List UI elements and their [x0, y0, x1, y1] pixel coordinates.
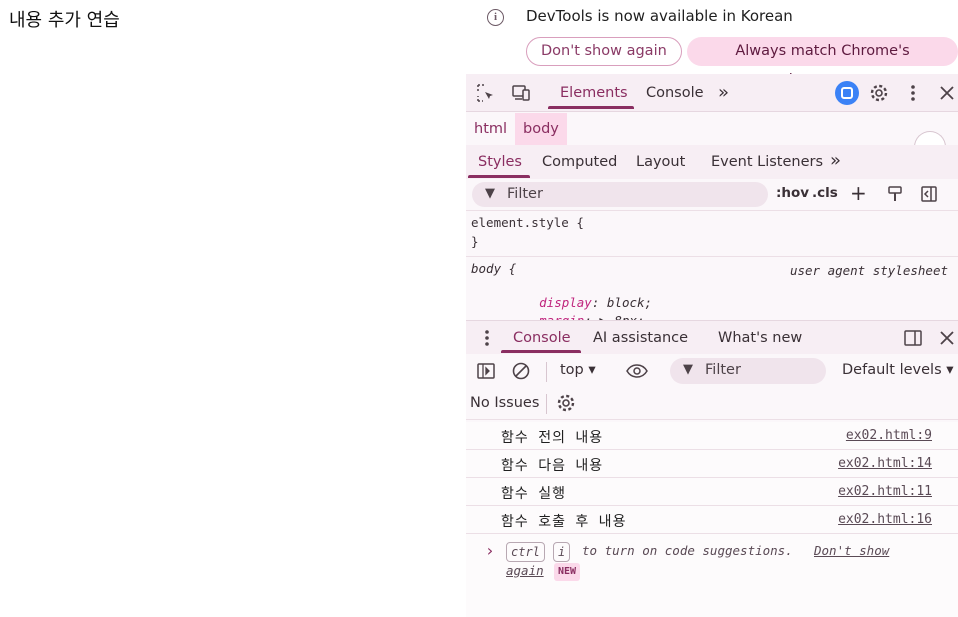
context-value: top — [560, 362, 584, 378]
inspect-element-icon[interactable] — [475, 82, 497, 104]
console-log-row: 함수 전의 내용 ex02.html:9 — [466, 422, 958, 450]
tab-computed[interactable]: Computed — [542, 154, 617, 170]
close-drawer-icon[interactable] — [936, 327, 958, 349]
dont-show-again-link[interactable]: again — [506, 563, 544, 578]
log-source-link[interactable]: ex02.html:16 — [838, 512, 932, 527]
live-expression-eye-icon[interactable] — [624, 360, 650, 382]
body-selector[interactable]: body { — [471, 261, 516, 276]
info-icon: i — [487, 9, 504, 26]
log-levels-value: Default levels — [842, 362, 942, 378]
dock-drawer-icon[interactable] — [902, 327, 924, 349]
styles-filter-input[interactable]: ▼ Filter — [472, 182, 768, 207]
element-style-rule: element.style { } — [466, 213, 958, 257]
console-toolbar: top ▾ ▼ Filter Default levels ▾ — [466, 354, 958, 388]
ua-stylesheet-label: user agent stylesheet — [789, 263, 948, 278]
page-viewport: 내용 추가 연습 — [0, 0, 466, 617]
styles-filter-placeholder: Filter — [507, 186, 543, 202]
breadcrumb-html[interactable]: html — [466, 113, 515, 145]
log-message: 함수 실행 — [501, 486, 566, 502]
console-drawer-tab-indicator — [501, 350, 581, 353]
drawer-tab-ai-assistance[interactable]: AI assistance — [593, 330, 688, 346]
breadcrumb-body[interactable]: body — [515, 113, 567, 145]
context-caret-icon: ▾ — [588, 362, 596, 378]
more-tabs-icon[interactable]: » — [718, 82, 729, 103]
devtools-main-toolbar: Elements Console » — [466, 74, 958, 112]
console-log-row: 함수 실행 ex02.html:11 — [466, 478, 958, 506]
always-match-language-button[interactable]: Always match Chrome's language — [687, 37, 958, 88]
styles-filter-row: ▼ Filter :hov .cls + — [466, 179, 958, 211]
issues-counter[interactable]: No Issues — [470, 395, 539, 411]
close-devtools-icon[interactable] — [936, 82, 958, 104]
prompt-chevron-icon: › — [485, 541, 495, 560]
dont-show-again-button[interactable]: Don't show again — [526, 37, 682, 66]
hover-state-toggle[interactable]: :hov — [776, 185, 809, 201]
breadcrumb: html body — [466, 113, 958, 151]
log-source-link[interactable]: ex02.html:11 — [838, 484, 932, 499]
ai-assistance-icon[interactable] — [835, 81, 859, 105]
body-ua-rule: body { user agent stylesheet display: bl… — [466, 258, 958, 328]
ctrl-key-badge: ctrl — [506, 542, 545, 562]
console-prompt[interactable]: › ctrl i to turn on code suggestions. Do… — [466, 534, 958, 617]
code-suggestions-hint: to turn on code suggestions. — [582, 543, 793, 558]
tab-console[interactable]: Console — [646, 85, 704, 101]
language-infobar: i DevTools is now available in Korean Do… — [466, 0, 958, 88]
devtools-panel: i DevTools is now available in Korean Do… — [466, 0, 958, 617]
element-style-close: } — [471, 234, 479, 249]
issues-divider — [546, 394, 547, 414]
new-style-rule-button[interactable]: + — [850, 181, 867, 205]
page-heading: 내용 추가 연습 — [9, 10, 120, 31]
i-key-badge: i — [553, 542, 571, 562]
console-filter-placeholder: Filter — [705, 362, 741, 378]
infobar-message: DevTools is now available in Korean — [526, 7, 793, 25]
more-subtabs-icon[interactable]: » — [830, 150, 841, 171]
issues-row: No Issues — [466, 388, 958, 420]
log-levels-dropdown[interactable]: Default levels ▾ — [842, 362, 954, 378]
context-selector[interactable]: top ▾ — [560, 362, 596, 378]
more-options-icon[interactable] — [902, 82, 924, 104]
drawer-menu-icon[interactable] — [476, 327, 498, 349]
console-log-row: 함수 호출 후 내용 ex02.html:16 — [466, 506, 958, 534]
log-source-link[interactable]: ex02.html:9 — [846, 428, 932, 443]
dont-show-link[interactable]: Don't show — [814, 543, 889, 558]
class-toggle[interactable]: .cls — [812, 185, 838, 201]
toggle-sidebar-icon[interactable] — [918, 183, 940, 205]
elements-tab-indicator — [548, 106, 634, 109]
settings-gear-icon[interactable] — [868, 82, 890, 104]
log-levels-caret-icon: ▾ — [946, 362, 954, 378]
styles-subtabs: Styles Computed Layout Event Listeners » — [466, 145, 958, 179]
styles-tab-indicator — [468, 175, 530, 178]
log-message: 함수 호출 후 내용 — [501, 514, 627, 530]
element-style-selector[interactable]: element.style { — [471, 215, 584, 230]
drawer-tab-whats-new[interactable]: What's new — [718, 330, 802, 346]
console-settings-gear-icon[interactable] — [555, 392, 577, 414]
log-message: 함수 다음 내용 — [501, 458, 604, 474]
new-badge: NEW — [554, 563, 581, 581]
log-source-link[interactable]: ex02.html:14 — [838, 456, 932, 471]
drawer-tab-console[interactable]: Console — [513, 330, 571, 346]
toolbar-divider — [546, 362, 547, 382]
drawer-toolbar: Console AI assistance What's new — [466, 320, 958, 354]
console-filter-input[interactable]: ▼ Filter — [670, 358, 826, 384]
clear-console-icon[interactable] — [510, 360, 532, 382]
tab-elements[interactable]: Elements — [560, 85, 628, 101]
tab-layout[interactable]: Layout — [636, 154, 685, 170]
console-filter-icon: ▼ — [683, 362, 693, 377]
show-sidebar-icon[interactable] — [475, 360, 497, 382]
tab-event-listeners[interactable]: Event Listeners — [711, 154, 823, 170]
console-log-row: 함수 다음 내용 ex02.html:14 — [466, 450, 958, 478]
paint-brush-icon[interactable] — [884, 183, 906, 205]
device-toolbar-icon[interactable] — [510, 82, 532, 104]
log-message: 함수 전의 내용 — [501, 430, 604, 446]
tab-styles[interactable]: Styles — [478, 154, 522, 170]
filter-icon: ▼ — [485, 186, 495, 201]
